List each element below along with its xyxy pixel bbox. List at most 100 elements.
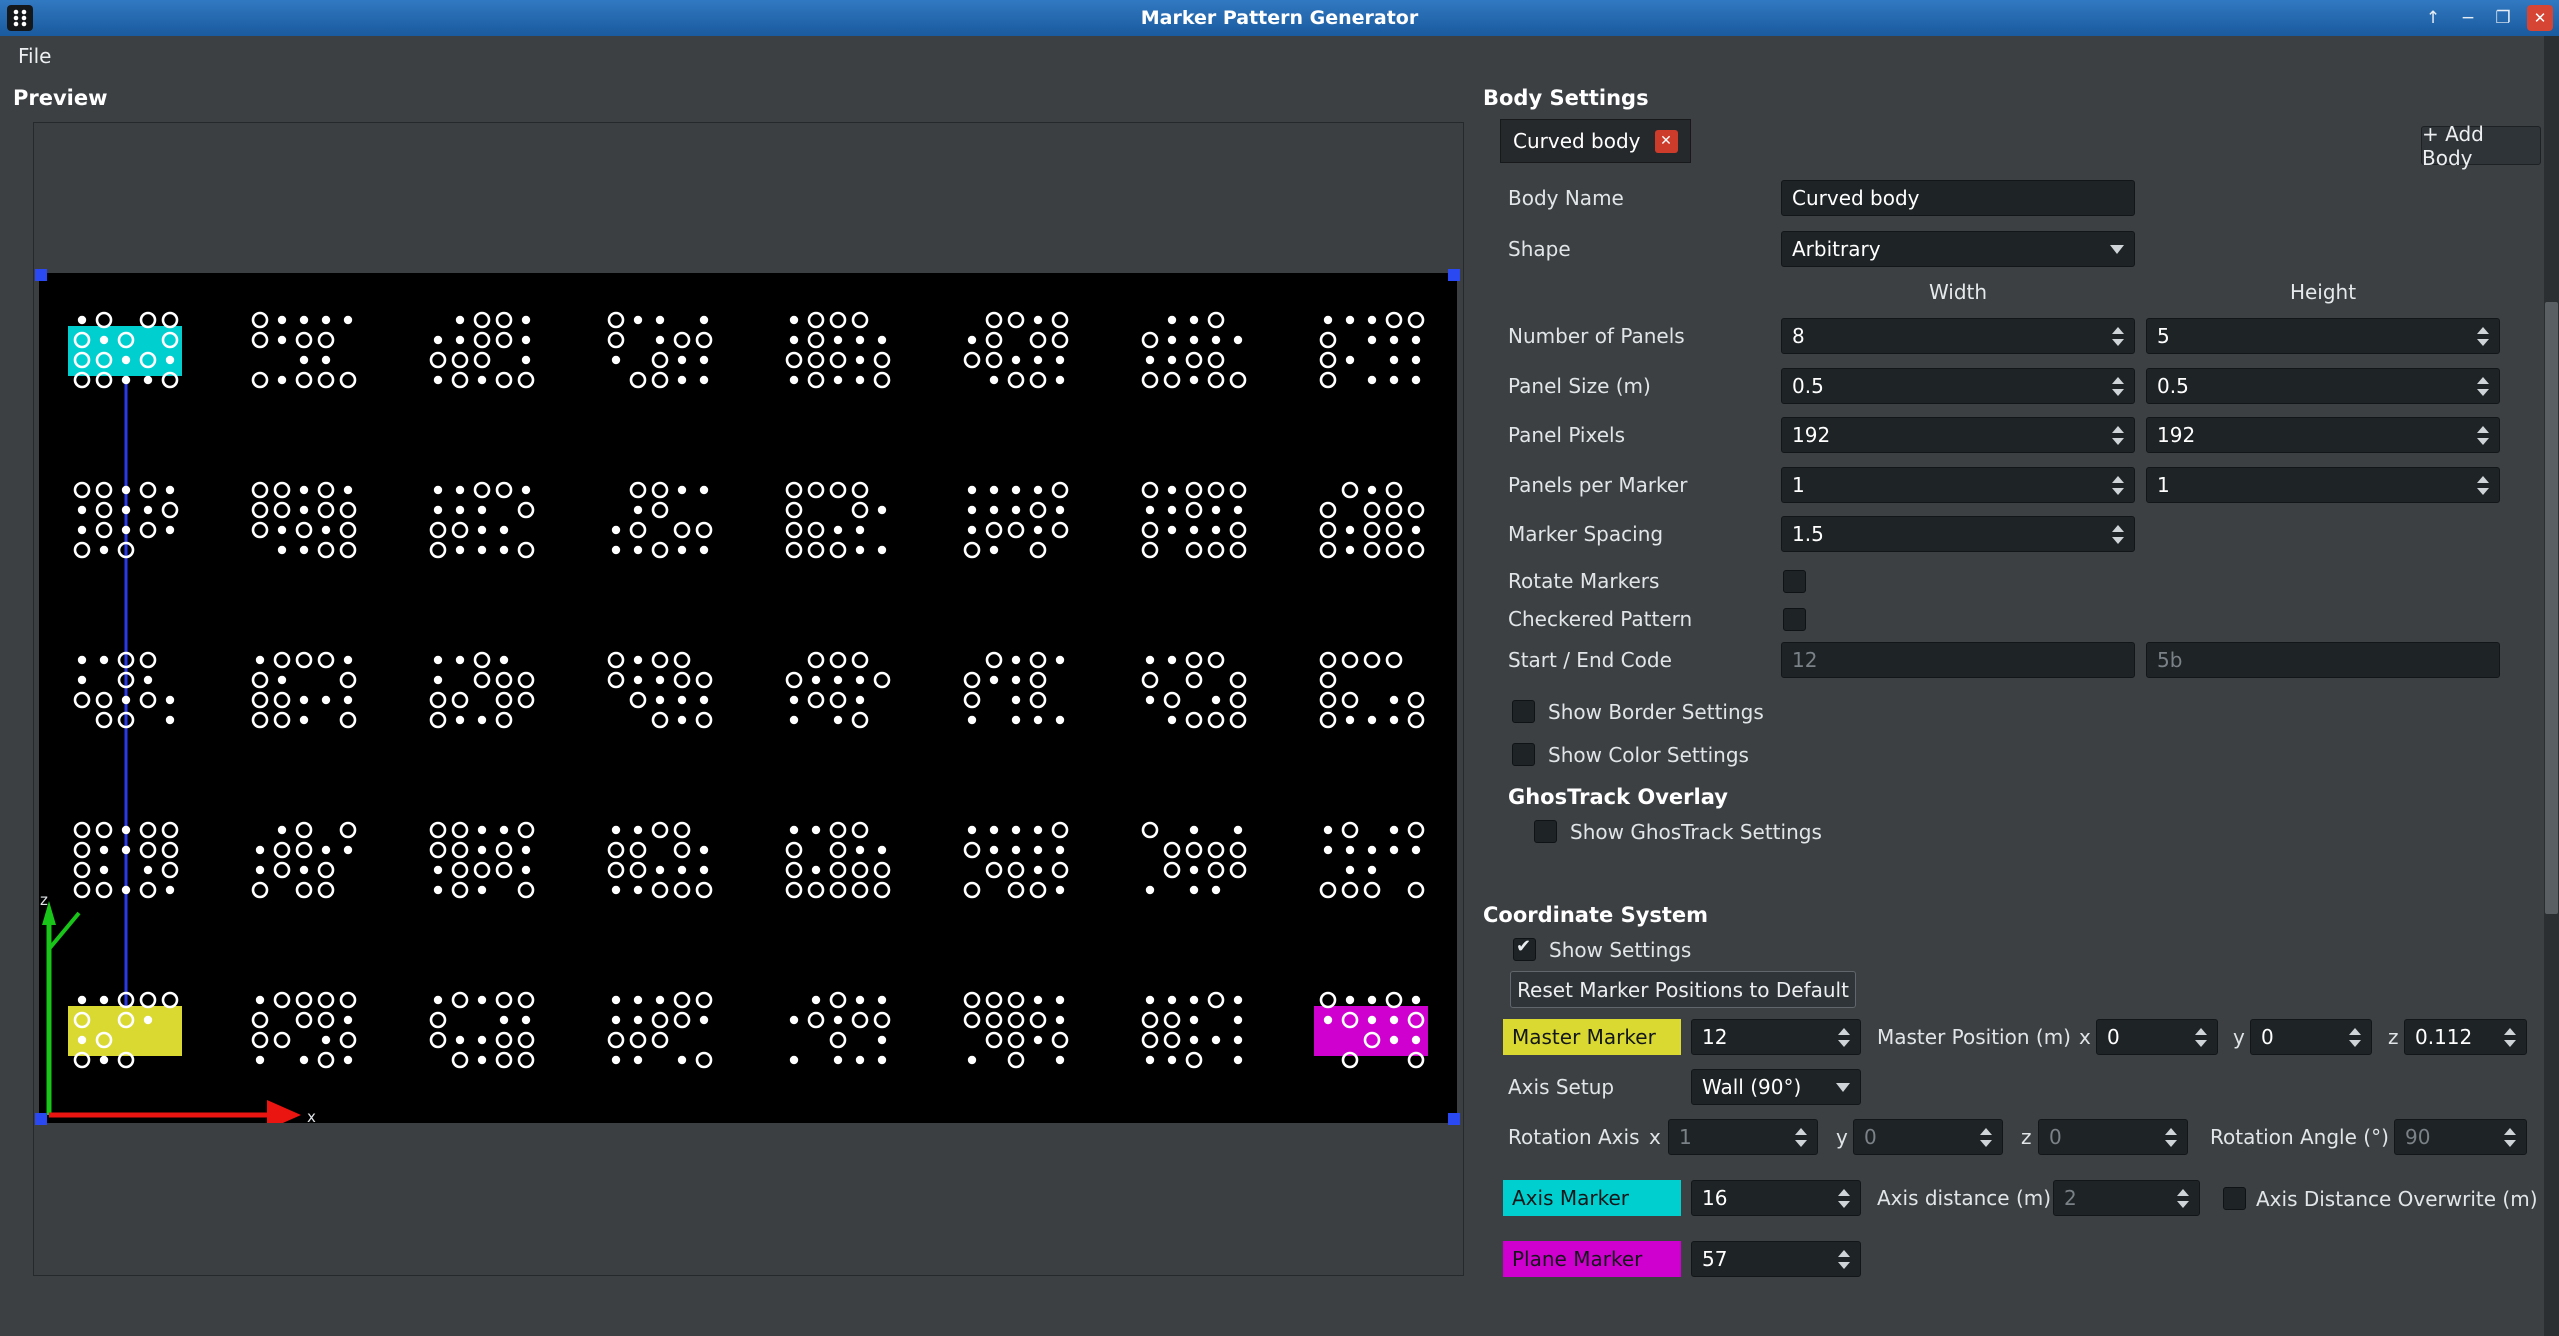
spinner-arrows-icon[interactable]	[2104, 327, 2124, 346]
plane-marker-spinbox[interactable]: 57	[1691, 1241, 1861, 1277]
spinner-arrows-icon[interactable]	[2469, 426, 2489, 445]
canvas-handle-top-right[interactable]	[1448, 269, 1460, 281]
master-position-x-spinbox[interactable]: 0	[2096, 1019, 2218, 1055]
marker-spacing-label: Marker Spacing	[1508, 516, 1663, 552]
show-border-settings-checkbox[interactable]	[1512, 700, 1535, 723]
spinner-arrows-icon[interactable]	[2469, 327, 2489, 346]
panels-per-marker-label: Panels per Marker	[1508, 467, 1687, 503]
spinner-arrows-icon[interactable]	[1830, 1189, 1850, 1208]
preview-title: Preview	[13, 84, 108, 112]
panel-size-width-spinbox[interactable]: 0.5	[1781, 368, 2135, 404]
scrollbar-thumb[interactable]	[2545, 302, 2558, 914]
spinner-arrows-icon[interactable]	[2169, 1189, 2189, 1208]
rollup-icon[interactable]: ↑	[2422, 5, 2444, 31]
show-settings-checkbox[interactable]	[1513, 938, 1536, 961]
panels-per-marker-height-spinbox[interactable]: 1	[2146, 467, 2500, 503]
panel-pixels-label: Panel Pixels	[1508, 417, 1625, 453]
master-position-label: Master Position (m)	[1877, 1019, 2071, 1055]
menubar: File	[0, 36, 2559, 76]
panel-pixels-width-spinbox[interactable]: 192	[1781, 417, 2135, 453]
end-code-input[interactable]: 5b	[2146, 642, 2500, 678]
chevron-down-icon	[2110, 245, 2124, 254]
master-position-y-spinbox[interactable]: 0	[2250, 1019, 2372, 1055]
rotate-markers-checkbox[interactable]	[1783, 570, 1806, 593]
spinner-arrows-icon[interactable]	[2469, 377, 2489, 396]
tab-label: Curved body	[1513, 129, 1641, 153]
master-position-x-label: x	[2079, 1019, 2091, 1055]
spinner-arrows-icon[interactable]	[1787, 1128, 1807, 1147]
spinner-arrows-icon[interactable]	[2496, 1028, 2516, 1047]
plane-marker-label: Plane Marker	[1503, 1241, 1681, 1277]
tab-curved-body[interactable]: Curved body ✕	[1500, 119, 1691, 163]
spinner-arrows-icon[interactable]	[2104, 377, 2124, 396]
show-ghostrack-settings-label: Show GhosTrack Settings	[1570, 818, 1822, 846]
spinner-arrows-icon[interactable]	[2496, 1128, 2516, 1147]
reset-marker-positions-button[interactable]: Reset Marker Positions to Default	[1510, 971, 1856, 1008]
show-color-settings-checkbox[interactable]	[1512, 743, 1535, 766]
panel-size-label: Panel Size (m)	[1508, 368, 1651, 404]
master-position-z-spinbox[interactable]: 0.112	[2404, 1019, 2527, 1055]
start-code-input[interactable]: 12	[1781, 642, 2135, 678]
rotation-angle-label: Rotation Angle (°)	[2210, 1119, 2389, 1155]
axis-distance-label: Axis distance (m)	[1877, 1180, 2051, 1216]
marker-spacing-spinbox[interactable]: 1.5	[1781, 516, 2135, 552]
close-icon[interactable]: ✕	[2527, 5, 2553, 31]
axis-marker-spinbox[interactable]: 16	[1691, 1180, 1861, 1216]
body-settings-title: Body Settings	[1483, 84, 1649, 112]
start-end-code-label: Start / End Code	[1508, 642, 1672, 678]
axis-marker-label: Axis Marker	[1503, 1180, 1681, 1216]
master-position-z-label: z	[2388, 1019, 2399, 1055]
rotation-axis-x-spinbox[interactable]: 1	[1668, 1119, 1818, 1155]
width-column-header: Width	[1781, 278, 2135, 306]
body-name-input[interactable]: Curved body	[1781, 180, 2135, 216]
axis-setup-label: Axis Setup	[1508, 1069, 1614, 1105]
rotation-angle-spinbox[interactable]: 90	[2394, 1119, 2527, 1155]
svg-text:x: x	[307, 1108, 316, 1123]
spinner-arrows-icon[interactable]	[2469, 476, 2489, 495]
spinner-arrows-icon[interactable]	[1830, 1250, 1850, 1269]
add-body-button[interactable]: + Add Body	[2421, 126, 2541, 165]
canvas-handle-bottom-right[interactable]	[1448, 1113, 1460, 1125]
rotation-axis-y-label: y	[1836, 1119, 1848, 1155]
number-of-panels-height-spinbox[interactable]: 5	[2146, 318, 2500, 354]
checkered-pattern-checkbox[interactable]	[1783, 608, 1806, 631]
preview-canvas[interactable]: zx	[39, 273, 1457, 1123]
rotation-axis-label: Rotation Axis	[1508, 1119, 1640, 1155]
spinner-arrows-icon[interactable]	[1972, 1128, 1992, 1147]
canvas-handle-bottom-left[interactable]	[35, 1113, 47, 1125]
spinner-arrows-icon[interactable]	[2104, 476, 2124, 495]
panels-per-marker-width-spinbox[interactable]: 1	[1781, 467, 2135, 503]
window-controls: ↑ − ❐ ✕	[2422, 0, 2553, 36]
axis-setup-dropdown[interactable]: Wall (90°)	[1691, 1069, 1861, 1105]
checkered-pattern-label: Checkered Pattern	[1508, 601, 1692, 637]
spinner-arrows-icon[interactable]	[2157, 1128, 2177, 1147]
spinner-arrows-icon[interactable]	[2104, 525, 2124, 544]
master-marker-spinbox[interactable]: 12	[1691, 1019, 1861, 1055]
maximize-icon[interactable]: ❐	[2492, 5, 2514, 31]
show-border-settings-label: Show Border Settings	[1548, 698, 1764, 726]
menu-file[interactable]: File	[0, 36, 69, 76]
spinner-arrows-icon[interactable]	[2104, 426, 2124, 445]
panel-pixels-height-spinbox[interactable]: 192	[2146, 417, 2500, 453]
close-tab-icon[interactable]: ✕	[1655, 130, 1678, 153]
titlebar[interactable]: Marker Pattern Generator ↑ − ❐ ✕	[0, 0, 2559, 36]
spinner-arrows-icon[interactable]	[2341, 1028, 2361, 1047]
rotation-axis-z-spinbox[interactable]: 0	[2038, 1119, 2188, 1155]
shape-dropdown[interactable]: Arbitrary	[1781, 231, 2135, 267]
rotate-markers-label: Rotate Markers	[1508, 563, 1659, 599]
coordinate-system-title: Coordinate System	[1483, 901, 1708, 929]
spinner-arrows-icon[interactable]	[2187, 1028, 2207, 1047]
panel-size-height-spinbox[interactable]: 0.5	[2146, 368, 2500, 404]
minimize-icon[interactable]: −	[2457, 5, 2479, 31]
chevron-down-icon	[1836, 1083, 1850, 1092]
vertical-scrollbar[interactable]	[2544, 36, 2559, 1336]
rotation-axis-x-label: x	[1649, 1119, 1661, 1155]
show-settings-label: Show Settings	[1549, 936, 1691, 964]
spinner-arrows-icon[interactable]	[1830, 1028, 1850, 1047]
rotation-axis-y-spinbox[interactable]: 0	[1853, 1119, 2003, 1155]
axis-distance-overwrite-checkbox[interactable]	[2223, 1187, 2246, 1210]
canvas-handle-top-left[interactable]	[35, 269, 47, 281]
number-of-panels-width-spinbox[interactable]: 8	[1781, 318, 2135, 354]
axis-distance-spinbox[interactable]: 2	[2053, 1180, 2200, 1216]
show-ghostrack-settings-checkbox[interactable]	[1534, 820, 1557, 843]
